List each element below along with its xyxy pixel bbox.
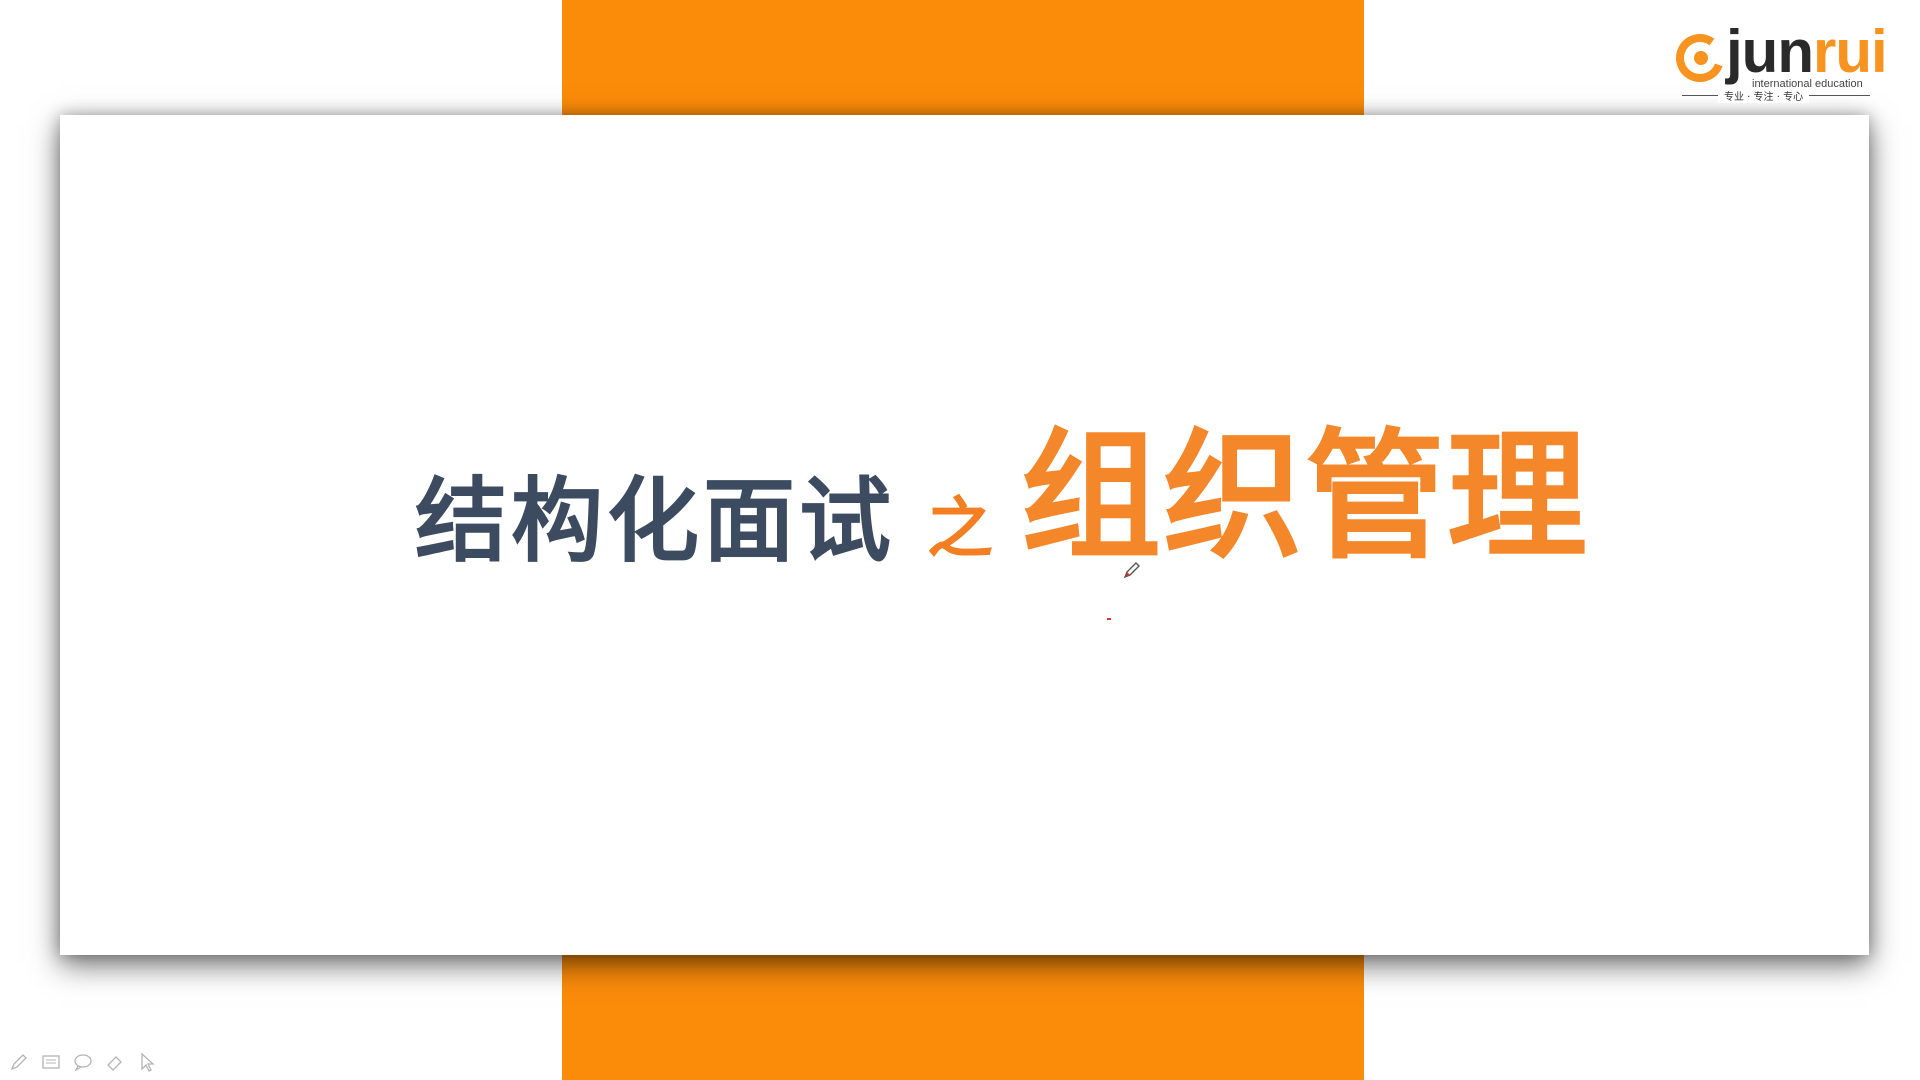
title-sub: 组织管理 (1021, 416, 1590, 579)
presenter-toolbar (8, 1050, 158, 1074)
chat-bubble-icon (74, 1054, 92, 1072)
logo-word-orange: rui (1812, 18, 1888, 85)
title-main: 结构化面试 (415, 468, 896, 575)
slide-title: 结构化面试 之 组织管理 (415, 418, 1589, 568)
title-connector: 之 (927, 490, 994, 567)
slides-tool-button[interactable] (40, 1051, 62, 1073)
orange-band-top (562, 0, 1364, 130)
logo-word-dark: jun (1726, 18, 1814, 85)
pointer-icon (141, 1052, 155, 1072)
pointer-tool-button[interactable] (136, 1051, 158, 1073)
junrui-logo: junrui international education 专业 · 专注 ·… (1674, 22, 1888, 106)
chat-tool-button[interactable] (72, 1051, 94, 1073)
eraser-icon (107, 1056, 122, 1071)
pen-icon (10, 1054, 27, 1071)
pen-cursor-icon (1123, 562, 1140, 579)
logo-wordmark: junrui (1726, 22, 1888, 82)
pen-tool-button[interactable] (8, 1051, 30, 1073)
logo-c-icon (1676, 34, 1724, 82)
pen-mark (1107, 618, 1111, 620)
eraser-tool-button[interactable] (104, 1051, 126, 1073)
slide-stage: 结构化面试 之 组织管理 junrui international educat… (0, 0, 1920, 1080)
logo-motto: 专业 · 专注 · 专心 (1718, 88, 1810, 103)
slides-icon (42, 1055, 60, 1069)
orange-band-bottom (562, 945, 1364, 1080)
